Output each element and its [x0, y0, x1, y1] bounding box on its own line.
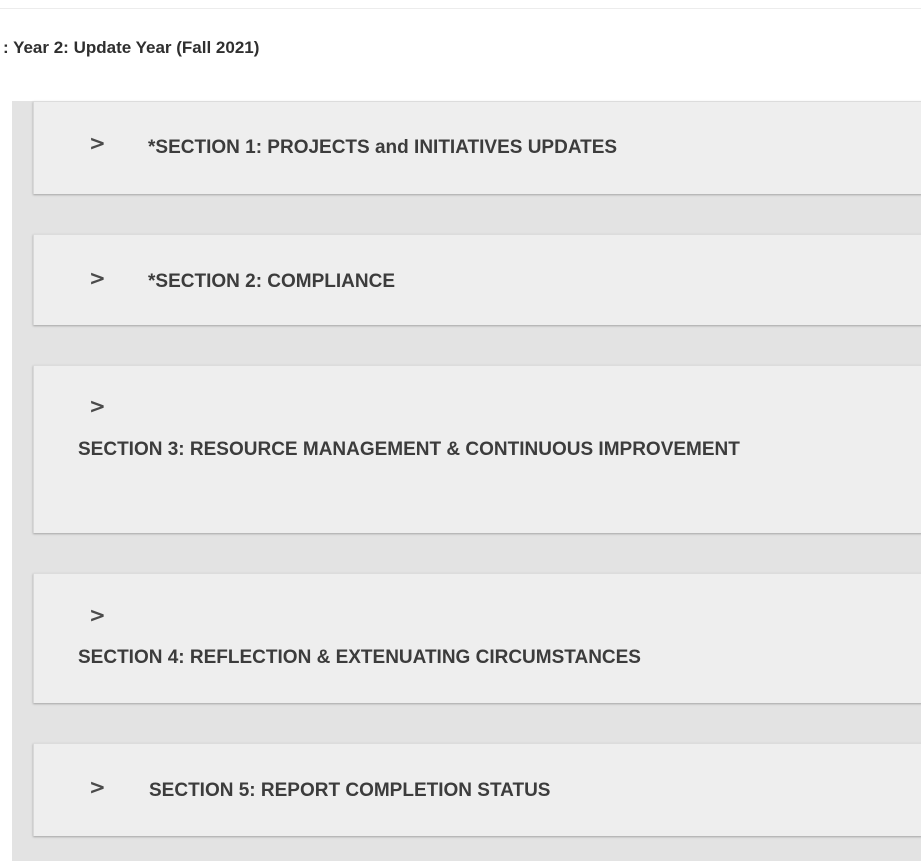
- section-2-heading: *SECTION 2: COMPLIANCE: [148, 271, 396, 292]
- chevron-right-icon: >: [89, 775, 106, 799]
- chevron-right-icon: >: [89, 603, 106, 627]
- section-1-heading: *SECTION 1: PROJECTS and INITIATIVES UPD…: [148, 137, 618, 158]
- accordion-section-1[interactable]: > *SECTION 1: PROJECTS and INITIATIVES U…: [33, 101, 921, 194]
- section-3-heading: SECTION 3: RESOURCE MANAGEMENT & CONTINU…: [78, 439, 740, 460]
- accordion-group: > *SECTION 1: PROJECTS and INITIATIVES U…: [12, 101, 921, 861]
- accordion-section-5[interactable]: > SECTION 5: REPORT COMPLETION STATUS: [33, 743, 921, 836]
- top-divider: [0, 0, 921, 9]
- chevron-right-icon: >: [89, 394, 106, 418]
- section-4-heading: SECTION 4: REFLECTION & EXTENUATING CIRC…: [78, 647, 641, 668]
- accordion-section-3[interactable]: > SECTION 3: RESOURCE MANAGEMENT & CONTI…: [33, 365, 921, 533]
- section-5-heading: SECTION 5: REPORT COMPLETION STATUS: [149, 780, 551, 801]
- chevron-right-icon: >: [89, 131, 106, 155]
- accordion-section-2[interactable]: > *SECTION 2: COMPLIANCE: [33, 234, 921, 325]
- chevron-right-icon: >: [89, 266, 106, 290]
- accordion-section-4[interactable]: > SECTION 4: REFLECTION & EXTENUATING CI…: [33, 573, 921, 703]
- page-title: : Year 2: Update Year (Fall 2021): [3, 38, 260, 57]
